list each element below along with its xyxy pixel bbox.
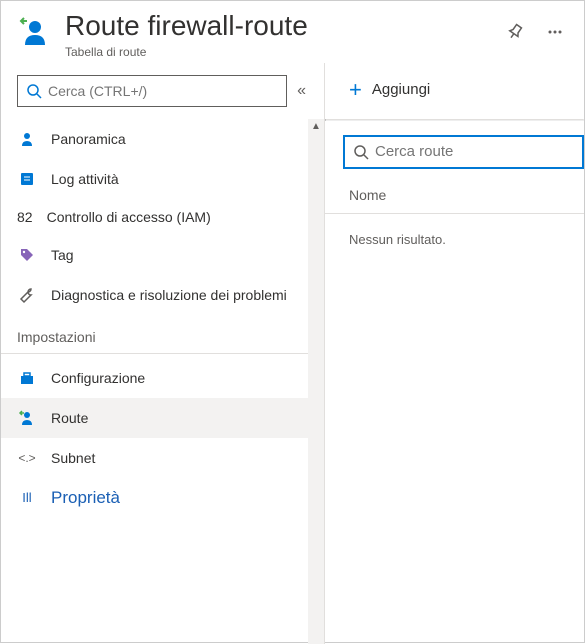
sidebar: « Panoramica Log attività 82 Controllo d…	[1, 63, 325, 644]
section-settings: Impostazioni	[1, 315, 324, 354]
header: Route firewall-route Tabella di route	[1, 1, 584, 63]
content: « Panoramica Log attività 82 Controllo d…	[1, 63, 584, 644]
sidebar-item-overview[interactable]: Panoramica	[1, 119, 324, 159]
wrench-icon	[17, 285, 37, 305]
ellipsis-icon	[546, 23, 564, 41]
chevron-double-left-icon: «	[297, 82, 306, 99]
add-label: Aggiungi	[372, 81, 430, 98]
nav-label: Diagnostica e risoluzione dei problemi	[51, 287, 287, 303]
sidebar-item-tags[interactable]: Tag	[1, 235, 324, 275]
nav-label: Proprietà	[51, 488, 120, 508]
main-panel: + Aggiungi Nome Nessun risultato.	[325, 63, 584, 644]
header-actions	[502, 9, 568, 48]
sidebar-search-input[interactable]	[48, 83, 278, 99]
page-title: Route firewall-route	[65, 9, 502, 43]
search-icon	[353, 144, 369, 160]
nav-label: Configurazione	[51, 370, 145, 386]
person-icon	[17, 129, 37, 149]
collapse-sidebar-button[interactable]: «	[287, 76, 316, 106]
sidebar-item-activity-log[interactable]: Log attività	[1, 159, 324, 199]
divider	[325, 119, 584, 121]
route-icon	[17, 408, 37, 428]
nav-label: Panoramica	[51, 131, 126, 147]
sidebar-item-diagnose[interactable]: Diagnostica e risoluzione dei problemi	[1, 275, 324, 315]
pin-button[interactable]	[502, 19, 528, 48]
nav-label: Subnet	[51, 450, 95, 466]
route-search[interactable]	[343, 135, 584, 169]
subnet-icon: <.>	[17, 448, 37, 468]
scroll-up-icon: ▲	[308, 119, 324, 135]
sidebar-item-iam[interactable]: 82 Controllo di accesso (IAM)	[1, 199, 324, 235]
route-table-icon	[17, 15, 53, 51]
scrollbar[interactable]: ▲	[308, 119, 324, 644]
no-results: Nessun risultato.	[325, 214, 584, 247]
page-subtitle: Tabella di route	[65, 45, 502, 59]
column-name: Nome	[325, 169, 584, 213]
sidebar-search-row: «	[1, 63, 324, 119]
toolbox-icon	[17, 368, 37, 388]
toolbar: + Aggiungi	[325, 75, 584, 119]
add-button[interactable]: + Aggiungi	[349, 75, 430, 105]
iam-icon: 82	[17, 209, 33, 225]
nav-label: Controllo di accesso (IAM)	[47, 209, 211, 225]
sidebar-search[interactable]	[17, 75, 287, 107]
sidebar-item-properties[interactable]: Ill Proprietà	[1, 478, 324, 518]
sidebar-item-subnet[interactable]: <.> Subnet	[1, 438, 324, 478]
nav-label: Route	[51, 410, 88, 426]
log-icon	[17, 169, 37, 189]
nav-label: Log attività	[51, 171, 119, 187]
pin-icon	[506, 23, 524, 41]
plus-icon: +	[349, 79, 362, 101]
nav-label: Tag	[51, 247, 74, 263]
nav-list: Panoramica Log attività 82 Controllo di …	[1, 119, 324, 644]
search-icon	[26, 83, 42, 99]
sidebar-item-route[interactable]: Route	[1, 398, 324, 438]
title-block: Route firewall-route Tabella di route	[65, 9, 502, 59]
route-search-input[interactable]	[375, 143, 574, 160]
tag-icon	[17, 245, 37, 265]
more-button[interactable]	[542, 19, 568, 48]
properties-icon: Ill	[17, 488, 37, 508]
table-header-row: Nome	[325, 169, 584, 214]
sidebar-item-configuration[interactable]: Configurazione	[1, 358, 324, 398]
